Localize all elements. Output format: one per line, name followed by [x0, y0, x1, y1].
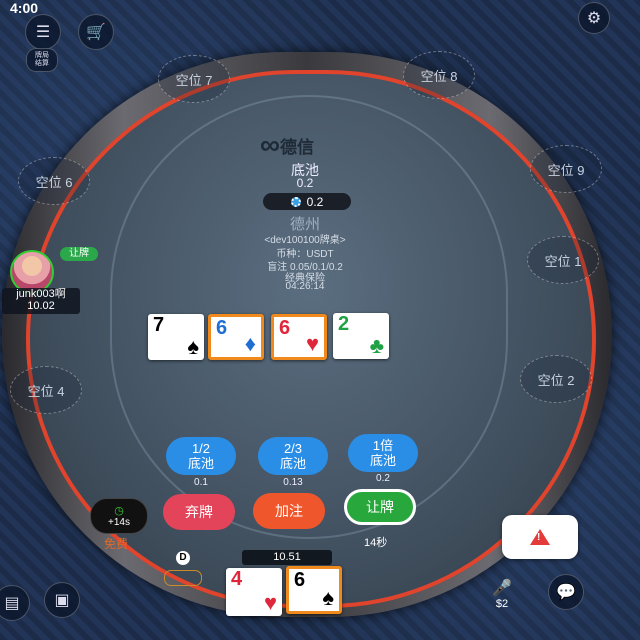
chat-icon: 💬: [556, 584, 576, 601]
player-info: junk003啊 10.02: [2, 288, 80, 314]
hero-card[interactable]: 6 ♠: [286, 566, 342, 614]
hero-card[interactable]: 4 ♥: [226, 568, 282, 616]
shop-button[interactable]: 🛒: [78, 14, 114, 50]
settle-button[interactable]: 牌局 结算: [26, 48, 58, 72]
brand-logo: ∞ 德信: [260, 129, 370, 160]
seat-8[interactable]: 空位 8: [403, 51, 475, 99]
history-icon: ▤: [4, 595, 20, 612]
settings-button[interactable]: ⚙: [578, 2, 610, 34]
microphone-icon: 🎤: [492, 580, 512, 597]
player-stack: 10.02: [27, 300, 55, 312]
fold-button[interactable]: 弃牌: [163, 494, 235, 530]
cards-button[interactable]: ▣: [44, 582, 80, 618]
player-name: junk003啊: [16, 288, 66, 300]
brand-name: 德信: [279, 137, 314, 157]
cart-icon: 🛒: [86, 24, 106, 41]
history-button[interactable]: ▤: [0, 585, 30, 621]
alert-icon: !: [530, 529, 550, 545]
report-button[interactable]: !: [502, 515, 578, 559]
settings-icon: ⚙: [586, 10, 602, 27]
table-clock: 04:26:14: [285, 281, 325, 292]
check-button[interactable]: 让牌: [344, 489, 416, 525]
cards-icon: ▣: [54, 592, 70, 609]
bet-half-pot-button[interactable]: 1/2 底池: [166, 437, 236, 475]
pot-value: 0.2: [296, 176, 314, 190]
raise-button[interactable]: 加注: [253, 493, 325, 529]
seat-1[interactable]: 空位 1: [527, 236, 599, 284]
board-card: 6 ♥: [271, 314, 327, 360]
menu-icon: ☰: [35, 24, 51, 41]
hero-stack: 10.51: [242, 550, 332, 565]
voice-button[interactable]: 🎤 $2: [490, 578, 514, 610]
status-time: 4:00: [10, 0, 39, 16]
chat-button[interactable]: 💬: [548, 574, 584, 610]
clock-icon: ◷: [114, 505, 124, 517]
bet-two-thirds-pot-button[interactable]: 2/3 底池: [258, 437, 328, 475]
seat-7[interactable]: 空位 7: [158, 55, 230, 103]
seat-4[interactable]: 空位 4: [10, 366, 82, 414]
emote-button[interactable]: [164, 570, 202, 586]
seat-2[interactable]: 空位 2: [520, 355, 592, 403]
action-countdown: 14秒: [364, 537, 388, 549]
seat-9[interactable]: 空位 9: [530, 145, 602, 193]
player-action-badge: 让牌: [60, 247, 98, 261]
bet-full-pot-value: 0.2: [376, 473, 390, 484]
board-card: 2 ♣: [333, 313, 389, 359]
timebank-free-label: 免费: [104, 537, 129, 551]
bet-full-pot-button[interactable]: 1倍 底池: [348, 434, 418, 472]
dealer-button: D: [176, 551, 190, 565]
board-card: 6 ♦: [208, 314, 264, 360]
table-name: <dev100100牌桌>: [264, 235, 346, 246]
menu-button[interactable]: ☰: [25, 14, 61, 50]
infinity-icon: ∞: [260, 129, 280, 160]
board-card: 7 ♠: [148, 314, 204, 360]
bet-half-pot-value: 0.1: [194, 477, 208, 488]
timebank-button[interactable]: ◷ +14s: [90, 498, 148, 534]
seat-6[interactable]: 空位 6: [18, 157, 90, 205]
chip-icon: [290, 196, 301, 207]
bet-two-thirds-pot-value: 0.13: [283, 477, 303, 488]
pot-chips: 0.2: [263, 193, 351, 210]
